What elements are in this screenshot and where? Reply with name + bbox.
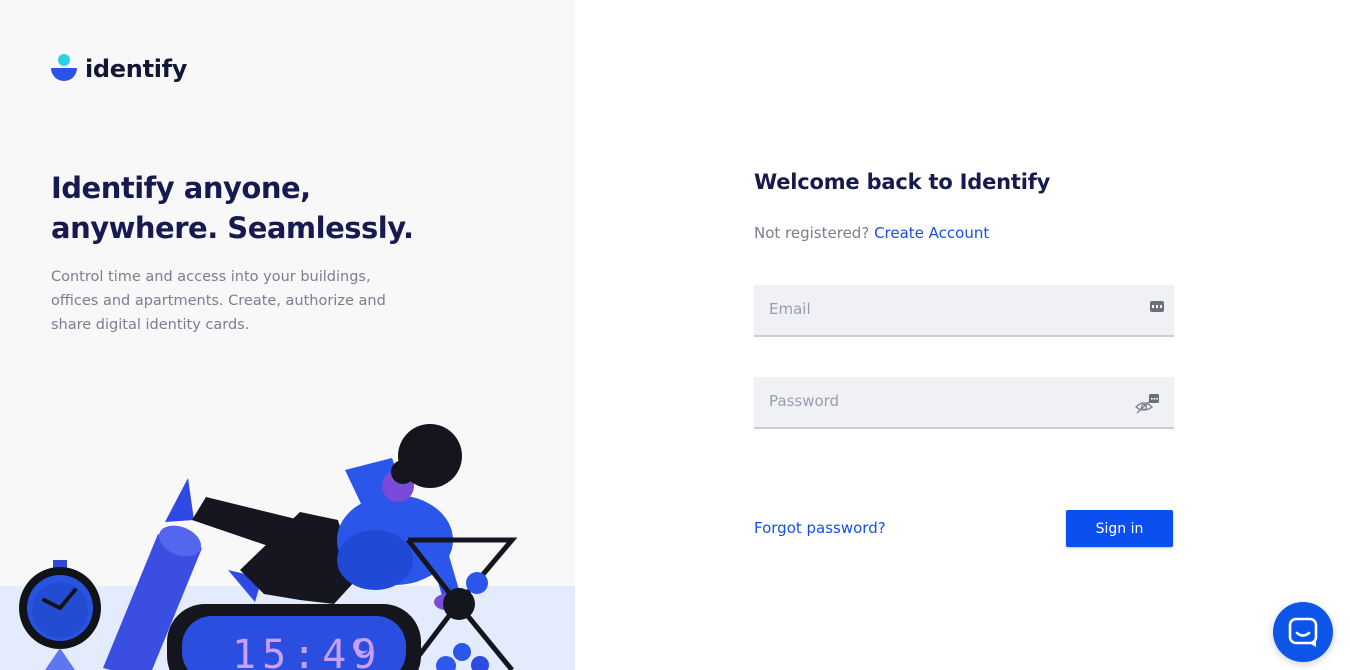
eye-off-icon[interactable] xyxy=(1134,393,1160,415)
logo-text: identify xyxy=(85,55,188,83)
hero-title: Identify anyone, anywhere. Seamlessly. xyxy=(51,171,414,245)
stopwatch-icon xyxy=(19,560,101,670)
password-field-container xyxy=(754,377,1174,429)
register-prompt: Not registered? xyxy=(754,224,870,242)
logo-icon xyxy=(51,54,77,82)
logo[interactable]: identify xyxy=(51,53,187,83)
password-manager-key-icon[interactable] xyxy=(1150,301,1164,312)
person-figure xyxy=(165,424,462,610)
create-account-link[interactable]: Create Account xyxy=(874,224,989,242)
hero-description: Control time and access into your buildi… xyxy=(51,269,386,333)
email-field-container xyxy=(754,285,1174,337)
chat-launcher-button[interactable] xyxy=(1273,602,1333,662)
hero-panel: identify Identify anyone, anywhere. Seam… xyxy=(0,0,575,670)
login-page: identify Identify anyone, anywhere. Seam… xyxy=(0,0,1350,670)
forgot-password-link[interactable]: Forgot password? xyxy=(754,519,886,537)
chat-icon xyxy=(1288,617,1318,647)
email-field[interactable] xyxy=(754,285,1114,333)
login-title: Welcome back to Identify xyxy=(754,170,1051,194)
hero-illustration: 15:49 xyxy=(19,424,518,670)
sign-in-button[interactable]: Sign in xyxy=(1066,510,1173,547)
password-field[interactable] xyxy=(754,377,1114,425)
register-prompt-line: Not registered? Create Account xyxy=(754,224,989,242)
